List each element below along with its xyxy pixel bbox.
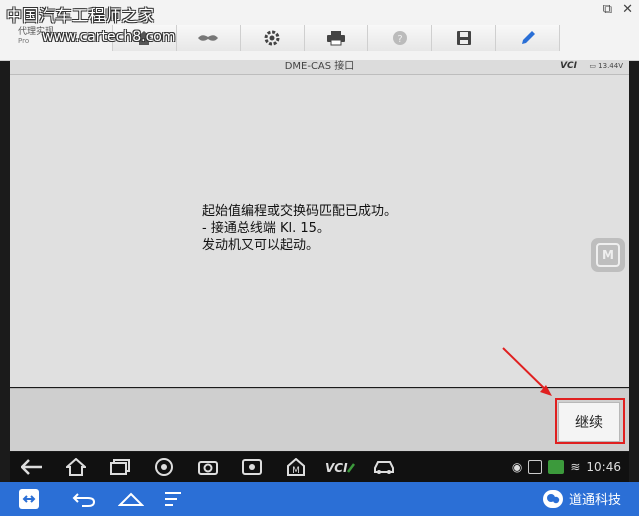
- message-line-2: - 接通总线端 Kl. 15。: [202, 221, 330, 236]
- pen-icon: [521, 31, 535, 44]
- floating-m-button[interactable]: M: [591, 238, 625, 272]
- car-icon: [374, 461, 394, 474]
- printer-icon: [327, 31, 345, 46]
- app-sub-label: Pro: [18, 37, 30, 45]
- camera-icon: [198, 461, 218, 475]
- action-bar: 继续: [10, 388, 629, 451]
- wifi-icon: ≋: [570, 460, 581, 474]
- recent-apps-icon: [110, 459, 130, 475]
- watermark-title: 中国汽车工程师之家: [6, 6, 155, 25]
- battery-value: 13.44V: [598, 62, 623, 70]
- edit-button[interactable]: [495, 25, 561, 51]
- home-nav-button[interactable]: [54, 452, 98, 482]
- eye-icon: ◉: [511, 460, 523, 474]
- m-icon: M: [596, 243, 620, 267]
- message-text: 起始值编程或交换码匹配已成功。 - 接通总线端 Kl. 15。 发动机又可以起动…: [202, 203, 397, 254]
- highlight-box: [555, 398, 625, 444]
- chrome-button[interactable]: [142, 452, 186, 482]
- recent-apps-button[interactable]: [98, 452, 142, 482]
- brand: 道通科技: [542, 489, 621, 508]
- wechat-icon: [542, 489, 563, 508]
- back-icon[interactable]: [72, 491, 96, 507]
- camera-button[interactable]: [186, 452, 230, 482]
- save-icon: [456, 31, 471, 45]
- close-icon[interactable]: ✕: [622, 2, 633, 17]
- screen: 代理实现 Pro ? ⧉ ✕ 中国汽车工程师之家 www.cartech8.co…: [0, 0, 639, 516]
- media-button[interactable]: [230, 452, 274, 482]
- title-strip: DME-CAS 接口 VCI ▭ 13.44V: [10, 60, 629, 75]
- top-header: 代理实现 Pro ? ⧉ ✕ 中国汽车工程师之家 www.cartech8.co…: [0, 0, 639, 61]
- home-icon[interactable]: [118, 491, 144, 507]
- back-arrow-icon: [21, 459, 42, 475]
- svg-text:VCI: VCI: [325, 461, 348, 474]
- message-panel: 起始值编程或交换码匹配已成功。 - 接通总线端 Kl. 15。 发动机又可以起动…: [10, 75, 629, 387]
- settings-button[interactable]: [239, 25, 304, 51]
- message-line-3: 发动机又可以起动。: [202, 238, 320, 253]
- back-button[interactable]: [10, 452, 54, 482]
- handshake-icon: [198, 35, 219, 41]
- battery-icon: [548, 460, 565, 474]
- help-icon: ?: [392, 31, 407, 45]
- save-button[interactable]: [431, 25, 496, 51]
- gear-icon: [264, 30, 280, 46]
- message-line-1: 起始值编程或交换码匹配已成功。: [202, 204, 398, 219]
- help-button[interactable]: ?: [367, 25, 432, 51]
- media-icon: [242, 459, 262, 475]
- vci-icon: VCI: [325, 461, 355, 474]
- print-button[interactable]: [303, 25, 368, 51]
- maxi-button[interactable]: M: [274, 452, 318, 482]
- svg-text:M: M: [292, 466, 300, 476]
- toolbar: ?: [112, 25, 561, 51]
- remote-icon[interactable]: [18, 488, 40, 510]
- brand-name: 道通科技: [568, 493, 621, 508]
- window-controls: ⧉ ✕: [603, 2, 633, 17]
- maxi-m-icon: M: [287, 458, 305, 476]
- battery-voltage: ▭ 13.44V: [589, 62, 623, 70]
- screenshot-icon: [528, 460, 543, 474]
- vci-nav-button[interactable]: VCI: [318, 452, 362, 482]
- time: 10:46: [586, 460, 621, 474]
- android-navbar: M VCI ◉ ≋ 10:46: [10, 452, 629, 482]
- connect-button[interactable]: [175, 25, 240, 51]
- home-icon: [66, 458, 86, 476]
- page-title: DME-CAS 接口: [284, 61, 355, 72]
- watermark-url: www.cartech8.com: [42, 29, 176, 45]
- status-area: ◉ ≋ 10:46: [512, 452, 621, 482]
- car-button[interactable]: [362, 452, 406, 482]
- os-bottom-bar: 道通科技: [0, 482, 639, 516]
- svg-text:?: ?: [397, 34, 402, 45]
- menu-icon[interactable]: [164, 491, 182, 507]
- vci-indicator: VCI: [560, 61, 577, 71]
- external-link-icon[interactable]: ⧉: [603, 2, 612, 17]
- chrome-icon: [155, 458, 173, 476]
